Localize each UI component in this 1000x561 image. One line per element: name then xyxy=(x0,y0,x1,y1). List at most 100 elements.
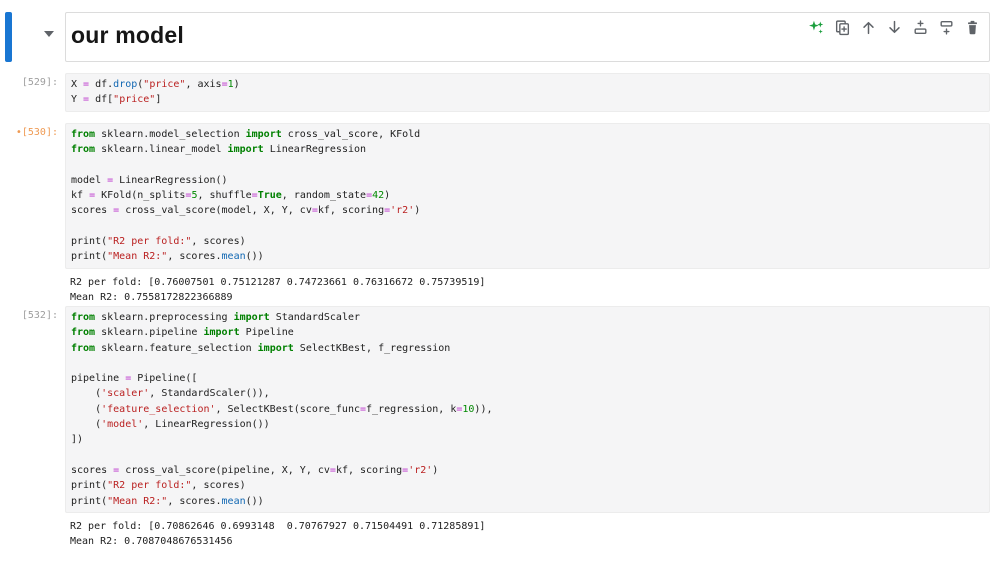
code-token: SelectKBest, f_regression xyxy=(294,343,451,354)
code-token: )), xyxy=(474,404,492,415)
output-line: R2 per fold: [0.76007501 0.75121287 0.74… xyxy=(70,275,982,290)
code-token: ()) xyxy=(246,251,264,262)
cell-output: R2 per fold: [0.76007501 0.75121287 0.74… xyxy=(65,269,990,305)
duplicate-cell-icon[interactable] xyxy=(834,19,851,36)
code-token: from xyxy=(71,312,95,323)
code-cell: •[530]: from sklearn.model_selection imp… xyxy=(65,123,990,305)
code-token: ] xyxy=(155,94,161,105)
code-token: Pipeline([ xyxy=(131,373,197,384)
execution-count: [529]: xyxy=(2,77,58,88)
move-cell-down-icon[interactable] xyxy=(886,19,903,36)
code-token: sklearn.feature_selection xyxy=(95,343,258,354)
code-token: sklearn.preprocessing xyxy=(95,312,233,323)
code-token: f_regression, k xyxy=(366,404,456,415)
code-token: 42 xyxy=(372,190,384,201)
code-token: ) xyxy=(414,205,420,216)
code-token: "R2 per fold:" xyxy=(107,480,191,491)
execution-count: •[530]: xyxy=(2,127,58,138)
code-token: cross_val_score, KFold xyxy=(282,129,420,140)
code-token: , random_state xyxy=(282,190,366,201)
insert-cell-below-icon[interactable] xyxy=(938,19,955,36)
code-token: kf xyxy=(71,190,89,201)
code-token: , scores) xyxy=(191,236,245,247)
code-token: sklearn.pipeline xyxy=(95,327,203,338)
code-token: 'r2' xyxy=(408,465,432,476)
code-token: mean xyxy=(222,496,246,507)
code-token: import xyxy=(246,129,282,140)
code-token: from xyxy=(71,144,95,155)
code-editor[interactable]: X = df.drop("price", axis=1)Y = df["pric… xyxy=(65,73,990,112)
code-token: ) xyxy=(384,190,390,201)
code-token: cross_val_score(model, X, Y, cv xyxy=(119,205,312,216)
code-token: , axis xyxy=(185,79,221,90)
delete-cell-icon[interactable] xyxy=(964,19,981,36)
code-token: , LinearRegression()) xyxy=(143,419,269,430)
output-line: Mean R2: 0.7558172822366889 xyxy=(70,290,982,305)
code-token: drop xyxy=(113,79,137,90)
code-token: mean xyxy=(222,251,246,262)
code-cell: [529]: X = df.drop("price", axis=1)Y = d… xyxy=(65,73,990,112)
code-token: scores xyxy=(71,465,113,476)
execution-count: [532]: xyxy=(2,310,58,321)
code-token: from xyxy=(71,343,95,354)
code-token: "price" xyxy=(143,79,185,90)
code-token: "price" xyxy=(113,94,155,105)
heading-collapse-chevron-icon[interactable] xyxy=(44,31,54,37)
code-token: , SelectKBest(score_func xyxy=(216,404,361,415)
code-token: import xyxy=(234,312,270,323)
code-token: pipeline xyxy=(71,373,125,384)
code-token: ) xyxy=(234,79,240,90)
code-token: , scores. xyxy=(167,251,221,262)
code-token: import xyxy=(258,343,294,354)
code-token: kf, scoring xyxy=(318,205,384,216)
code-token: print( xyxy=(71,480,107,491)
code-token: , StandardScaler()), xyxy=(149,388,269,399)
code-token: StandardScaler xyxy=(270,312,360,323)
code-token: "Mean R2:" xyxy=(107,496,167,507)
code-token: ()) xyxy=(246,496,264,507)
code-token: , scores. xyxy=(167,496,221,507)
code-editor[interactable]: from sklearn.preprocessing import Standa… xyxy=(65,306,990,513)
ai-sparkles-icon[interactable] xyxy=(808,19,825,36)
code-token: ( xyxy=(71,419,101,430)
code-editor[interactable]: from sklearn.model_selection import cros… xyxy=(65,123,990,269)
code-token: LinearRegression() xyxy=(113,175,227,186)
code-token: print( xyxy=(71,236,107,247)
code-token: from xyxy=(71,327,95,338)
output-line: Mean R2: 0.7087048676531456 xyxy=(70,534,982,549)
code-token: "R2 per fold:" xyxy=(107,236,191,247)
code-token: 'scaler' xyxy=(101,388,149,399)
code-token: 'model' xyxy=(101,419,143,430)
code-token: , shuffle xyxy=(197,190,251,201)
code-token: 'r2' xyxy=(390,205,414,216)
code-token: ( xyxy=(71,404,101,415)
code-token: 'feature_selection' xyxy=(101,404,215,415)
code-token: Y xyxy=(71,94,83,105)
markdown-cell[interactable]: our model xyxy=(65,12,990,62)
code-token: from xyxy=(71,129,95,140)
code-token: 10 xyxy=(462,404,474,415)
code-token: X xyxy=(71,79,83,90)
code-token: sklearn.model_selection xyxy=(95,129,246,140)
code-token: ]) xyxy=(71,434,83,445)
code-token: True xyxy=(258,190,282,201)
output-line: R2 per fold: [0.70862646 0.6993148 0.707… xyxy=(70,519,982,534)
cell-output: R2 per fold: [0.70862646 0.6993148 0.707… xyxy=(65,513,990,549)
code-token: KFold(n_splits xyxy=(95,190,185,201)
code-token: , scores) xyxy=(191,480,245,491)
code-token: Pipeline xyxy=(240,327,294,338)
selected-cell-collapser[interactable] xyxy=(5,12,12,62)
code-token: ) xyxy=(432,465,438,476)
insert-cell-above-icon[interactable] xyxy=(912,19,929,36)
code-token: import xyxy=(228,144,264,155)
code-token: model xyxy=(71,175,107,186)
code-token: LinearRegression xyxy=(264,144,366,155)
code-token: df. xyxy=(89,79,113,90)
move-cell-up-icon[interactable] xyxy=(860,19,877,36)
code-token: import xyxy=(203,327,239,338)
code-cell: [532]: from sklearn.preprocessing import… xyxy=(65,306,990,549)
code-token: sklearn.linear_model xyxy=(95,144,227,155)
cell-toolbar xyxy=(808,19,981,36)
code-token: cross_val_score(pipeline, X, Y, cv xyxy=(119,465,330,476)
code-token: "Mean R2:" xyxy=(107,251,167,262)
